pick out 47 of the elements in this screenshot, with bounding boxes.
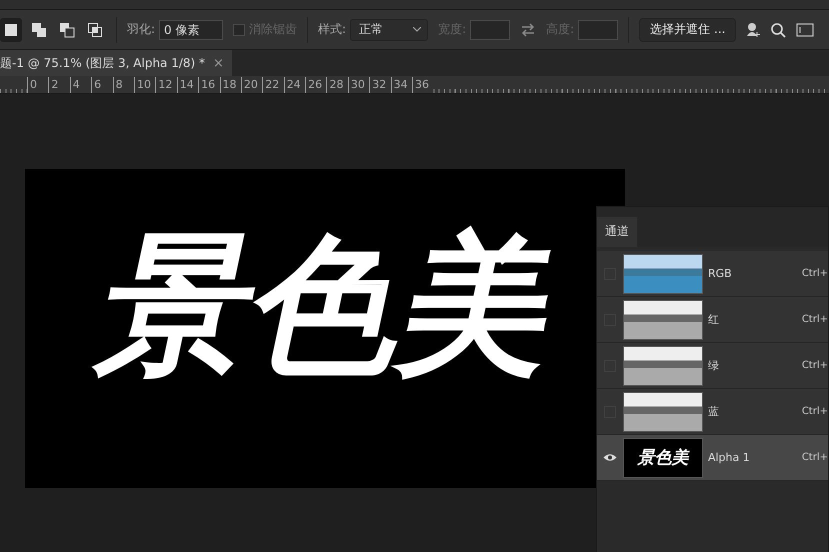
channel-row[interactable]: 蓝 Ctrl+ — [597, 389, 828, 435]
channel-name: 蓝 — [708, 404, 720, 419]
ruler-label: 26 — [305, 77, 326, 93]
channel-name: RGB — [708, 267, 733, 280]
feather-label: 羽化: — [127, 21, 156, 38]
height-field[interactable] — [578, 20, 618, 40]
swap-icon[interactable] — [520, 22, 536, 36]
selection-mode-icon — [31, 22, 47, 38]
channel-row[interactable]: 红 Ctrl+ — [597, 297, 828, 343]
ruler-label: 30 — [348, 77, 370, 93]
selection-mode-icon — [87, 22, 103, 38]
shortcut-label: Ctrl+ — [802, 268, 828, 279]
ruler-label: 2 — [48, 77, 70, 93]
style-dropdown[interactable]: 正常 — [350, 18, 428, 40]
ruler-label: 10 — [134, 77, 156, 93]
search-icon[interactable] — [770, 22, 786, 38]
selection-mode-icon — [59, 22, 75, 38]
document-tab[interactable]: 题-1 @ 75.1% (图层 3, Alpha 1/8) * × — [0, 50, 232, 76]
chevron-down-icon — [413, 27, 422, 32]
channel-row[interactable]: 景色美 Alpha 1 Ctrl+ — [597, 435, 828, 481]
thumbnail-text: 景色美 — [622, 438, 703, 478]
ruler-label: 28 — [326, 77, 348, 93]
close-button[interactable]: × — [213, 56, 224, 70]
ruler-label: 8 — [112, 77, 134, 93]
ruler-label: 18 — [220, 77, 241, 93]
channel-row[interactable]: 绿 Ctrl+ — [597, 343, 828, 389]
feather-field[interactable]: 0 像素 — [159, 20, 224, 40]
style-label: 样式: — [318, 21, 346, 38]
selection-mode-icon — [3, 22, 19, 38]
channel-row[interactable]: RGB Ctrl+ — [597, 251, 828, 297]
canvas-text: 景色美 — [86, 218, 575, 395]
panel-tab[interactable]: 通道 — [597, 217, 637, 247]
select-and-mask-button[interactable]: 选择并遮住 ... — [639, 18, 736, 42]
panel-layout-icon[interactable] — [796, 22, 814, 36]
shortcut-label: Ctrl+ — [802, 406, 828, 417]
shortcut-label: Ctrl+ — [802, 452, 828, 463]
width-field[interactable] — [470, 20, 510, 40]
shortcut-label: Ctrl+ — [802, 314, 828, 325]
channel-name: Alpha 1 — [708, 451, 751, 464]
channel-name: 绿 — [708, 358, 720, 373]
selection-mode-button[interactable] — [0, 18, 22, 42]
shortcut-label: Ctrl+ — [802, 360, 828, 371]
ruler-label: 0 — [27, 77, 48, 93]
channel-name: 红 — [708, 312, 720, 327]
ruler-label: 20 — [240, 77, 262, 93]
person-plus-icon[interactable] — [746, 22, 760, 38]
eye-icon[interactable] — [602, 453, 617, 462]
